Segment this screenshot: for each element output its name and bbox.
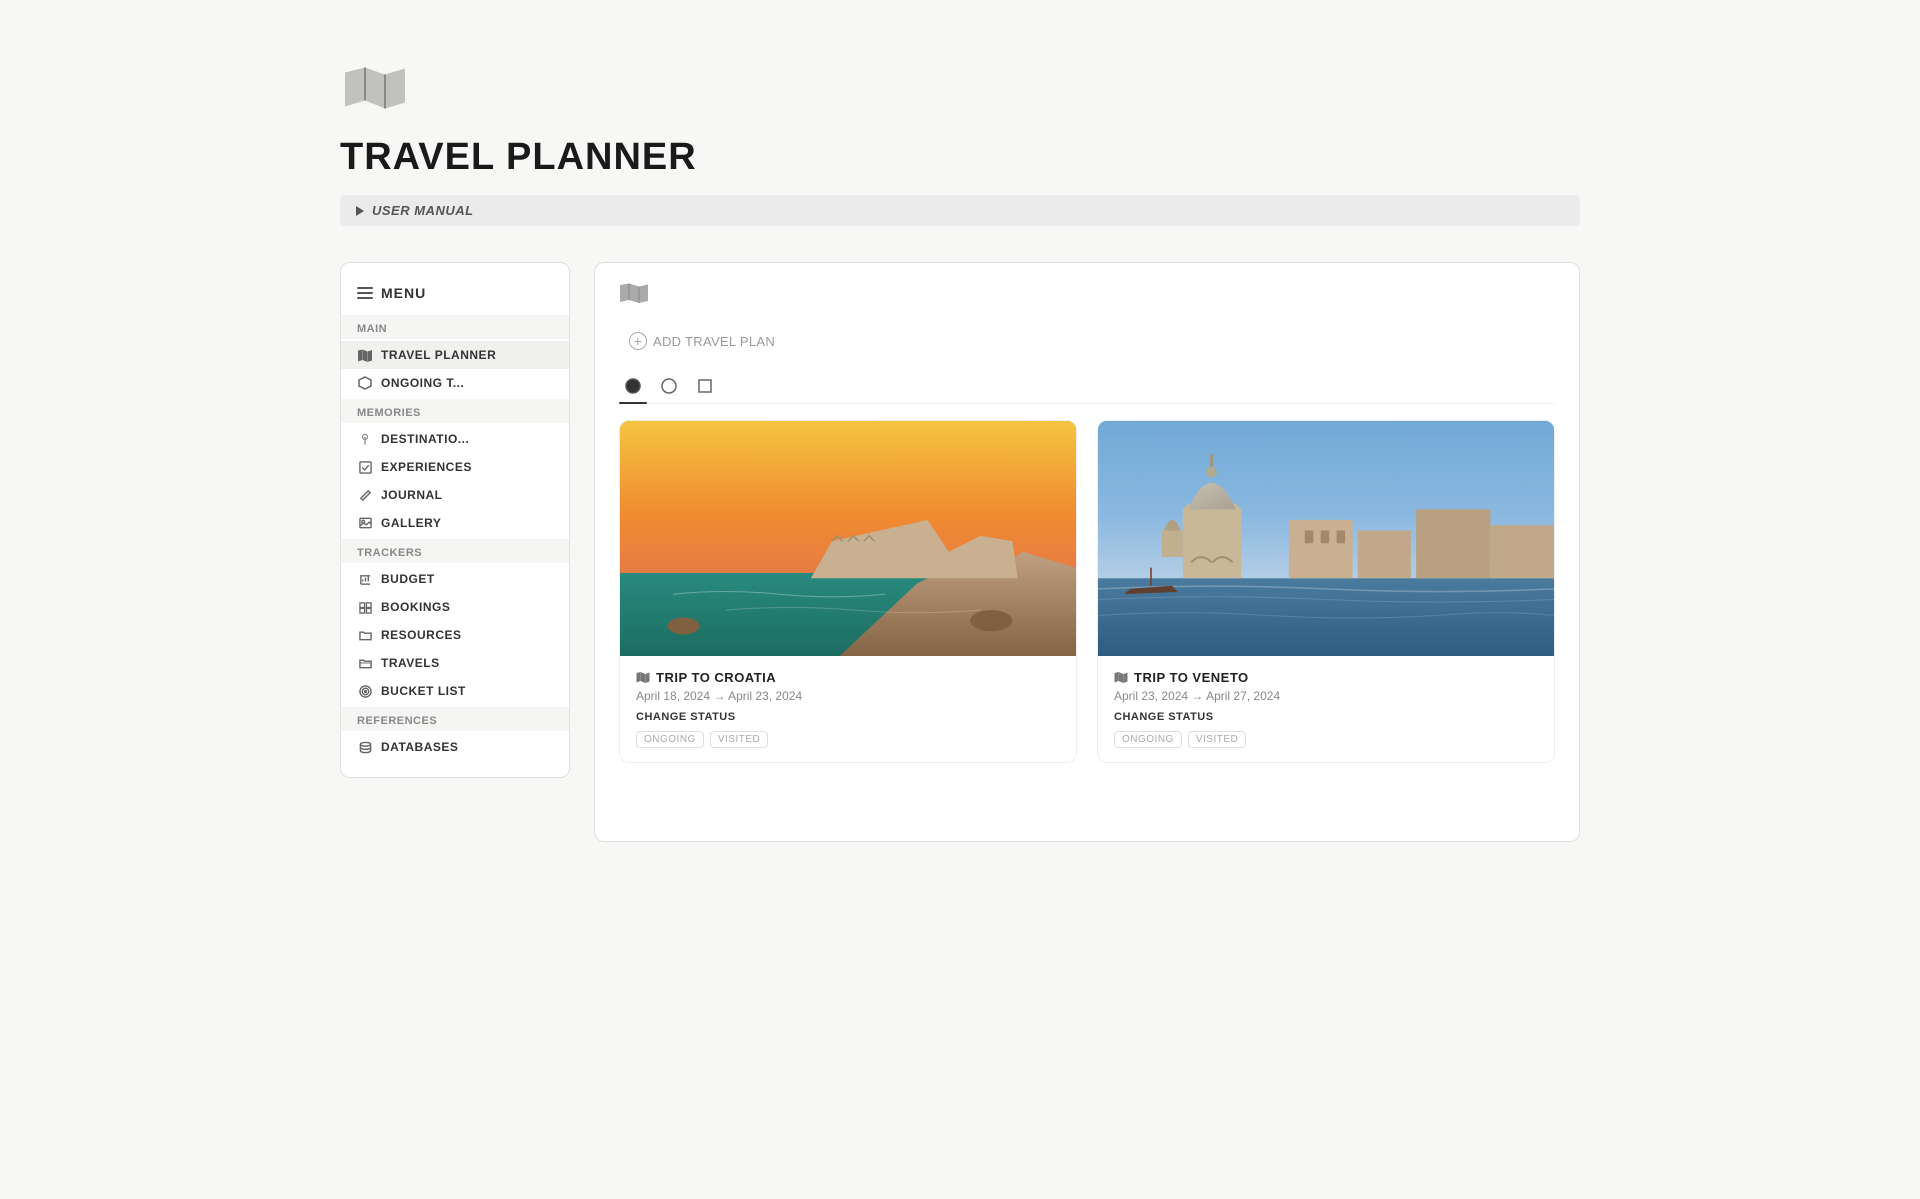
- view-square-outline[interactable]: [691, 376, 719, 404]
- bookings-icon: [357, 599, 373, 615]
- veneto-title-row: TRIP TO VENETO: [1114, 670, 1538, 685]
- sidebar-item-resources[interactable]: RESOURCES: [341, 621, 569, 649]
- sidebar-section-trackers: TRACKERS: [341, 539, 569, 563]
- target-icon: [357, 683, 373, 699]
- sidebar-menu-header: MENU: [341, 279, 569, 313]
- veneto-badges: ONGOING VISITED: [1114, 731, 1538, 748]
- sidebar-item-label-journal: JOURNAL: [381, 488, 443, 502]
- badge-visited-veneto: VISITED: [1188, 731, 1246, 748]
- add-travel-plan-button[interactable]: + ADD TRAVEL PLAN: [619, 326, 785, 356]
- hexagon-icon: [357, 375, 373, 391]
- check-square-icon: [357, 459, 373, 475]
- sidebar-section-memories: MEMORIES: [341, 399, 569, 423]
- view-circle-filled[interactable]: [619, 376, 647, 404]
- user-manual-label: USER MANUAL: [372, 203, 474, 218]
- sidebar-item-label-bookings: BOOKINGS: [381, 600, 450, 614]
- sidebar-item-label-resources: RESOURCES: [381, 628, 462, 642]
- veneto-card-body: TRIP TO VENETO April 23, 2024 → April 27…: [1098, 656, 1554, 762]
- sidebar-item-travel-planner[interactable]: TRAVEL PLANNER: [341, 341, 569, 369]
- view-switcher: [619, 376, 1555, 404]
- collapse-icon: [356, 206, 364, 216]
- veneto-dates: April 23, 2024 → April 27, 2024: [1114, 689, 1538, 703]
- sidebar-item-bookings[interactable]: BOOKINGS: [341, 593, 569, 621]
- sidebar-item-experiences[interactable]: EXPERIENCES: [341, 453, 569, 481]
- sidebar-item-label-destinations: DESTINATIO...: [381, 432, 469, 446]
- hamburger-icon: [357, 287, 373, 299]
- sidebar-item-destinations[interactable]: DESTINATIO...: [341, 425, 569, 453]
- badge-ongoing-veneto: ONGOING: [1114, 731, 1182, 748]
- croatia-image: [620, 421, 1076, 656]
- sidebar-item-label-gallery: GALLERY: [381, 516, 441, 530]
- badge-ongoing-croatia: ONGOING: [636, 731, 704, 748]
- pin-icon: [357, 431, 373, 447]
- gallery-icon: [357, 515, 373, 531]
- sidebar: MENU MAIN TRAVEL PLANNER: [340, 262, 570, 778]
- page-title: TRAVEL PLANNER: [340, 136, 1580, 179]
- sidebar-item-journal[interactable]: JOURNAL: [341, 481, 569, 509]
- sidebar-item-databases[interactable]: DATABASES: [341, 733, 569, 761]
- croatia-change-status[interactable]: CHANGE STATUS: [636, 711, 1060, 723]
- db-icon: [357, 739, 373, 755]
- sidebar-item-label-databases: DATABASES: [381, 740, 458, 754]
- trip-card-croatia[interactable]: TRIP TO CROATIA April 18, 2024 → April 2…: [619, 420, 1077, 763]
- sidebar-item-budget[interactable]: BUDGET: [341, 565, 569, 593]
- sidebar-item-label-travel-planner: TRAVEL PLANNER: [381, 348, 496, 362]
- travels-icon: [357, 655, 373, 671]
- sidebar-item-gallery[interactable]: GALLERY: [341, 509, 569, 537]
- menu-label: MENU: [381, 285, 426, 301]
- page-logo: [340, 60, 410, 120]
- sidebar-item-label-budget: BUDGET: [381, 572, 435, 586]
- sidebar-section-references: REFERENCES: [341, 707, 569, 731]
- badge-visited-croatia: VISITED: [710, 731, 768, 748]
- veneto-image: [1098, 421, 1554, 656]
- croatia-trip-name: TRIP TO CROATIA: [656, 670, 776, 685]
- sidebar-section-main: MAIN: [341, 315, 569, 339]
- trip-map-icon-2: [1114, 672, 1128, 683]
- user-manual-bar[interactable]: USER MANUAL: [340, 195, 1580, 226]
- trip-card-veneto[interactable]: TRIP TO VENETO April 23, 2024 → April 27…: [1097, 420, 1555, 763]
- content-map-icon: [619, 283, 1555, 310]
- plus-icon: +: [629, 332, 647, 350]
- pencil-icon: [357, 487, 373, 503]
- croatia-title-row: TRIP TO CROATIA: [636, 670, 1060, 685]
- sidebar-item-label-travels: TRAVELS: [381, 656, 440, 670]
- map-icon: [357, 347, 373, 363]
- sidebar-item-travels[interactable]: TRAVELS: [341, 649, 569, 677]
- croatia-dates: April 18, 2024 → April 23, 2024: [636, 689, 1060, 703]
- sidebar-item-label-ongoing: ONGOING T...: [381, 376, 464, 390]
- main-layout: MENU MAIN TRAVEL PLANNER: [340, 262, 1580, 842]
- croatia-badges: ONGOING VISITED: [636, 731, 1060, 748]
- veneto-trip-name: TRIP TO VENETO: [1134, 670, 1249, 685]
- sidebar-item-bucket-list[interactable]: BUCKET LIST: [341, 677, 569, 705]
- trip-map-icon: [636, 672, 650, 683]
- trips-grid: TRIP TO CROATIA April 18, 2024 → April 2…: [619, 420, 1555, 763]
- sidebar-item-label-experiences: EXPERIENCES: [381, 460, 472, 474]
- sidebar-item-ongoing[interactable]: ONGOING T...: [341, 369, 569, 397]
- content-area: + ADD TRAVEL PLAN: [594, 262, 1580, 842]
- veneto-change-status[interactable]: CHANGE STATUS: [1114, 711, 1538, 723]
- croatia-card-body: TRIP TO CROATIA April 18, 2024 → April 2…: [620, 656, 1076, 762]
- sidebar-item-label-bucket-list: BUCKET LIST: [381, 684, 466, 698]
- add-travel-plan-label: ADD TRAVEL PLAN: [653, 334, 775, 349]
- folder-icon: [357, 627, 373, 643]
- budget-icon: [357, 571, 373, 587]
- view-circle-outline[interactable]: [655, 376, 683, 404]
